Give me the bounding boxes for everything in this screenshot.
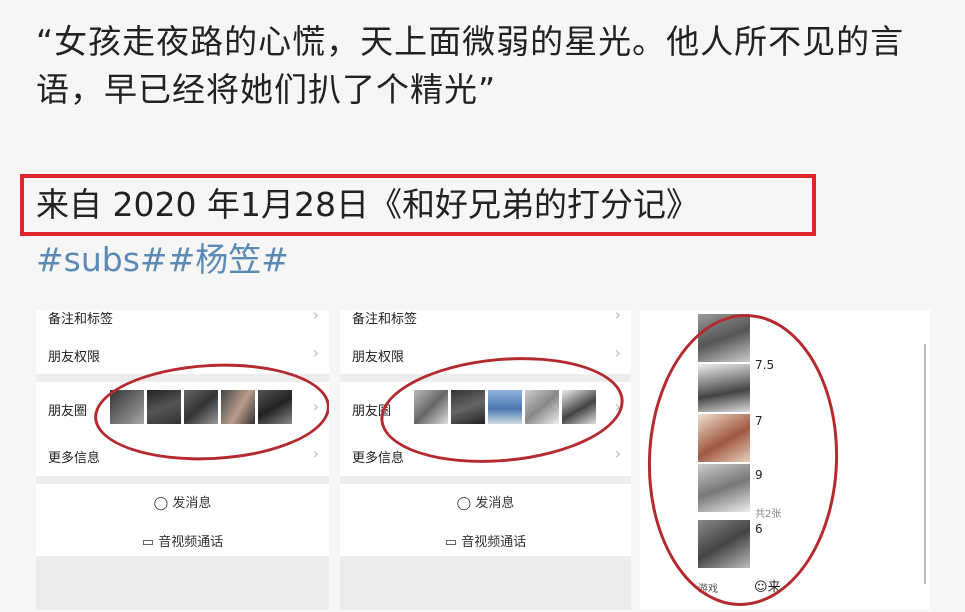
send-message-button[interactable]: ◯ 发消息: [340, 492, 631, 511]
row-more-info-label: 更多信息: [48, 451, 101, 466]
scrollbar[interactable]: [924, 344, 926, 584]
chevron-right-icon: ›: [312, 343, 319, 362]
video-call-label: 音视频通话: [158, 535, 224, 550]
section-separator: [340, 476, 631, 484]
chevron-right-icon: ›: [614, 343, 621, 362]
row-more-info-label: 更多信息: [352, 451, 405, 466]
bottom-grey-area: [36, 556, 329, 610]
post-source: 来自 2020 年1月28日《和好兄弟的打分记》: [36, 185, 699, 224]
video-call-label: 音视频通话: [461, 535, 527, 550]
moments-feed-screenshot: 7.5 7 9 共2张 6 游戏 ☺来: [640, 310, 930, 610]
chevron-right-icon: ›: [614, 444, 621, 463]
video-camera-icon: ▭: [141, 535, 155, 550]
hashtag-subs[interactable]: #subs#: [36, 240, 168, 279]
row-remarks[interactable]: 备注和标签 ›: [36, 310, 329, 330]
row-remarks[interactable]: 备注和标签 ›: [340, 310, 631, 330]
send-message-button[interactable]: ◯ 发消息: [36, 492, 329, 511]
video-camera-icon: ▭: [444, 535, 458, 550]
annotation-circle: [642, 310, 844, 610]
row-permissions-label: 朋友权限: [48, 350, 101, 365]
row-remarks-label: 备注和标签: [352, 312, 418, 327]
chevron-right-icon: ›: [312, 444, 319, 463]
chevron-right-icon: ›: [614, 310, 621, 324]
section-separator: [36, 476, 329, 484]
chat-bubble-icon: ◯: [456, 496, 472, 511]
hashtag-yangli[interactable]: #杨笠#: [168, 240, 289, 279]
chevron-right-icon: ›: [312, 310, 319, 324]
bottom-grey-area: [340, 556, 631, 610]
send-message-label: 发消息: [172, 496, 212, 511]
row-moments-label: 朋友圈: [48, 404, 88, 419]
profile-screenshot-1: 备注和标签 › 朋友权限 › 朋友圈 › 更多信息 › ◯ 发消息 ▭ 音视频通…: [36, 310, 329, 610]
chat-bubble-icon: ◯: [153, 496, 169, 511]
video-call-button[interactable]: ▭ 音视频通话: [340, 531, 631, 550]
video-call-button[interactable]: ▭ 音视频通话: [36, 531, 329, 550]
row-permissions[interactable]: 朋友权限 ›: [36, 343, 329, 368]
row-permissions-label: 朋友权限: [352, 350, 405, 365]
row-remarks-label: 备注和标签: [48, 312, 114, 327]
hashtag-line: #subs##杨笠#: [36, 238, 289, 282]
profile-screenshot-2: 备注和标签 › 朋友权限 › 朋友圈 › 更多信息 › ◯ 发消息 ▭ 音视频通…: [340, 310, 631, 610]
send-message-label: 发消息: [475, 496, 515, 511]
post-quote: “女孩走夜路的心慌，天上面微弱的星光。他人所不见的言语，早已经将她们扒了个精光”: [36, 22, 905, 109]
